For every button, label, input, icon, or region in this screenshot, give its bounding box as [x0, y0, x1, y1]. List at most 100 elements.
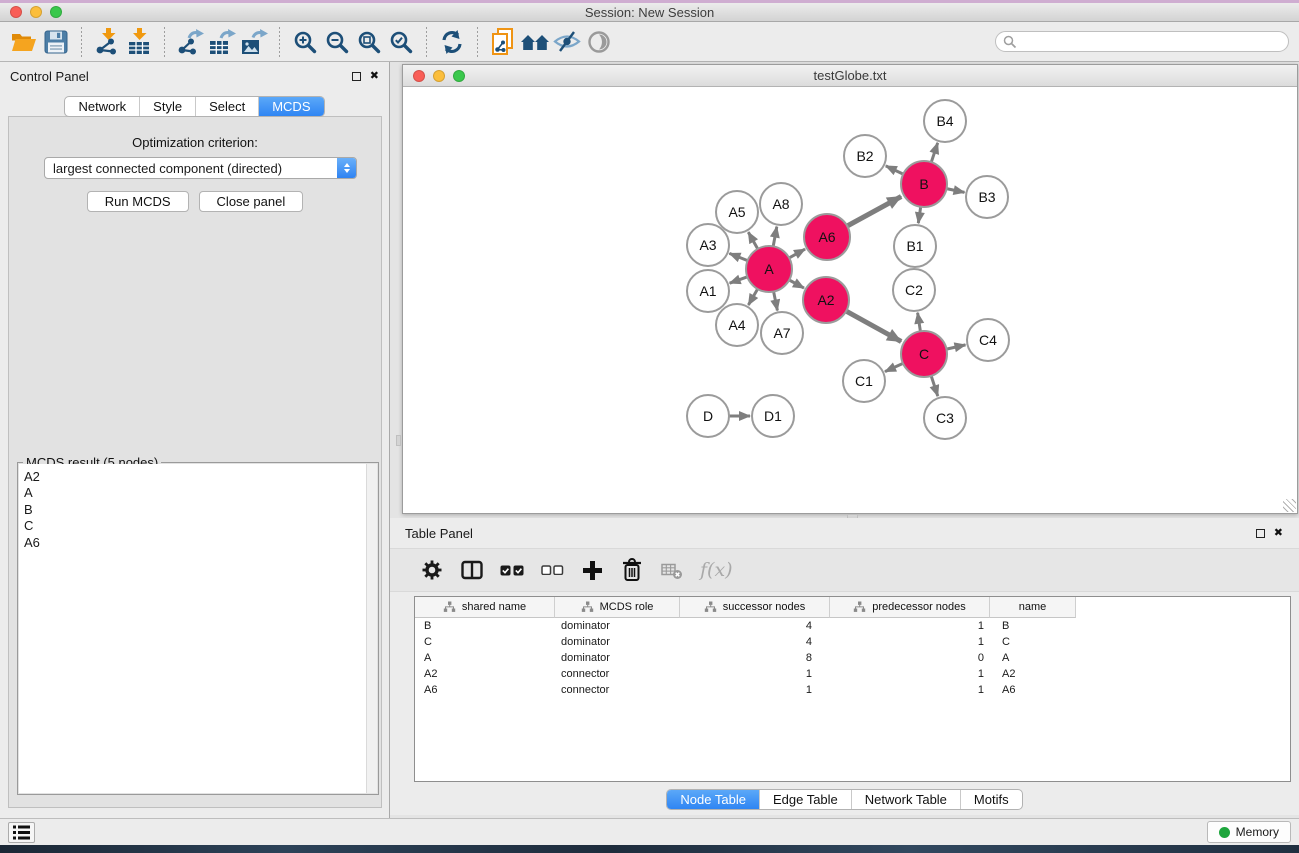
graph-edge-A-A8[interactable] [773, 227, 777, 247]
graph-edge-A-A3[interactable] [729, 253, 747, 260]
table-cell[interactable]: A [415, 652, 555, 664]
export-network-button[interactable] [174, 26, 206, 58]
graph-edge-B-B3[interactable] [947, 189, 965, 193]
mcds-result-item[interactable]: A6 [24, 535, 377, 551]
tab-style[interactable]: Style [139, 97, 195, 116]
table-cell[interactable]: 0 [830, 652, 990, 664]
table-cell[interactable]: B [990, 620, 1076, 632]
tab-network-table[interactable]: Network Table [851, 790, 960, 809]
graph-edge-A-A5[interactable] [748, 232, 757, 249]
criterion-dropdown[interactable]: largest connected component (directed) [44, 157, 357, 179]
tab-network[interactable]: Network [65, 97, 139, 116]
tab-node-table[interactable]: Node Table [667, 790, 759, 809]
column-header-predecessor-nodes[interactable]: predecessor nodes [830, 597, 990, 618]
graph-edge-B-B2[interactable] [886, 166, 903, 174]
graph-node-B[interactable]: B [901, 161, 947, 207]
table-cell[interactable]: 1 [680, 684, 830, 696]
graph-node-A2[interactable]: A2 [803, 277, 849, 323]
table-cell[interactable]: C [415, 636, 555, 648]
hide-graphics-details-button[interactable] [551, 26, 583, 58]
tab-motifs[interactable]: Motifs [960, 790, 1022, 809]
zoom-selected-button[interactable] [385, 26, 417, 58]
table-cell[interactable]: A2 [415, 668, 555, 680]
table-cell[interactable]: 4 [680, 636, 830, 648]
graph-edge-C-C2[interactable] [918, 313, 921, 332]
graph-edge-A6-B[interactable] [847, 197, 901, 227]
export-table-button[interactable] [206, 26, 238, 58]
graph-edge-B-B4[interactable] [931, 143, 937, 162]
delete-table-button[interactable] [660, 558, 684, 582]
graph-node-A5[interactable]: A5 [716, 191, 758, 233]
mcds-result-item[interactable]: B [24, 502, 377, 518]
task-history-button[interactable] [8, 822, 35, 843]
refresh-button[interactable] [436, 26, 468, 58]
float-panel-icon[interactable] [352, 72, 361, 81]
table-cell[interactable]: A6 [990, 684, 1076, 696]
add-row-button[interactable] [580, 558, 604, 582]
float-table-panel-icon[interactable] [1256, 529, 1265, 538]
graph-edge-B-B1[interactable] [918, 207, 920, 223]
graph-edge-C-C4[interactable] [947, 345, 966, 349]
table-cell[interactable]: C [990, 636, 1076, 648]
table-cell[interactable]: A2 [990, 668, 1076, 680]
run-mcds-button[interactable]: Run MCDS [87, 191, 189, 212]
tab-edge-table[interactable]: Edge Table [759, 790, 851, 809]
search-input[interactable] [1017, 33, 1288, 50]
graph-node-C2[interactable]: C2 [893, 269, 935, 311]
graph-node-A6[interactable]: A6 [804, 214, 850, 260]
graph-node-D1[interactable]: D1 [752, 395, 794, 437]
graph-edge-A-A2[interactable] [789, 280, 804, 288]
table-cell[interactable]: 1 [830, 636, 990, 648]
save-session-button[interactable] [40, 26, 72, 58]
graph-node-A3[interactable]: A3 [687, 224, 729, 266]
table-cell[interactable]: connector [555, 668, 680, 680]
tab-mcds[interactable]: MCDS [258, 97, 323, 116]
table-cell[interactable]: A [990, 652, 1076, 664]
table-cell[interactable]: dominator [555, 620, 680, 632]
table-settings-button[interactable] [420, 558, 444, 582]
graph-node-D[interactable]: D [687, 395, 729, 437]
graph-edge-C-C1[interactable] [885, 363, 903, 371]
graph-node-C[interactable]: C [901, 331, 947, 377]
graph-edge-A2-C[interactable] [846, 311, 901, 341]
graph-edge-A-A4[interactable] [748, 289, 757, 305]
table-cell[interactable]: 8 [680, 652, 830, 664]
zoom-in-button[interactable] [289, 26, 321, 58]
show-graphics-details-button[interactable] [583, 26, 615, 58]
close-panel-icon[interactable]: ✖ [370, 72, 379, 81]
select-all-button[interactable] [500, 558, 524, 582]
table-cell[interactable]: 1 [830, 620, 990, 632]
graph-node-B3[interactable]: B3 [966, 176, 1008, 218]
table-cell[interactable]: 4 [680, 620, 830, 632]
table-cell[interactable]: dominator [555, 652, 680, 664]
clone-network-button[interactable] [487, 26, 519, 58]
graph-node-C3[interactable]: C3 [924, 397, 966, 439]
network-canvas[interactable]: B4B2BB3A5A8A6A3B1AA1C2A2A4A7C4CC1C3DD1 [404, 88, 1296, 512]
tab-select[interactable]: Select [195, 97, 258, 116]
mcds-result-item[interactable]: A [24, 485, 377, 501]
memory-button[interactable]: Memory [1207, 821, 1291, 843]
column-header-mcds-role[interactable]: MCDS role [555, 597, 680, 618]
graph-node-B2[interactable]: B2 [844, 135, 886, 177]
table-cell[interactable]: 1 [680, 668, 830, 680]
graph-node-B1[interactable]: B1 [894, 225, 936, 267]
graph-edge-A-A6[interactable] [789, 249, 805, 258]
graph-node-B4[interactable]: B4 [924, 100, 966, 142]
deselect-all-button[interactable] [540, 558, 564, 582]
import-table-button[interactable] [123, 26, 155, 58]
graph-node-A7[interactable]: A7 [761, 312, 803, 354]
zoom-fit-button[interactable] [353, 26, 385, 58]
export-image-button[interactable] [238, 26, 270, 58]
table-cell[interactable]: connector [555, 684, 680, 696]
graph-node-C1[interactable]: C1 [843, 360, 885, 402]
open-session-button[interactable] [8, 26, 40, 58]
graph-edge-A-A7[interactable] [774, 292, 778, 311]
show-columns-button[interactable] [460, 558, 484, 582]
table-cell[interactable]: A6 [415, 684, 555, 696]
graph-edge-C-C3[interactable] [931, 376, 938, 396]
table-cell[interactable]: 1 [830, 668, 990, 680]
column-header-successor-nodes[interactable]: successor nodes [680, 597, 830, 618]
mcds-result-item[interactable]: A2 [24, 469, 377, 485]
import-network-button[interactable] [91, 26, 123, 58]
graph-node-A[interactable]: A [746, 246, 792, 292]
